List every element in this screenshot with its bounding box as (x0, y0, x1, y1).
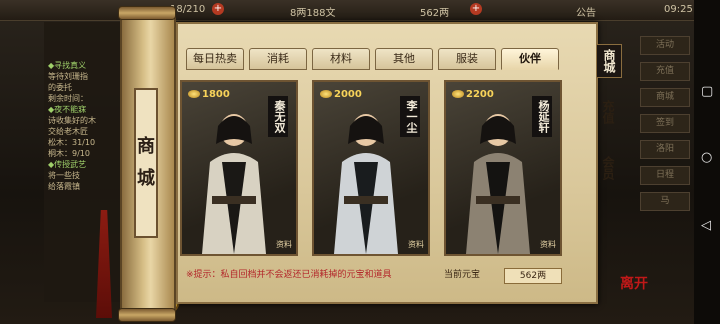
quest-list: ◆寻找真义 等待刘珊指 的委托 剩余时间： ◆夜不能寐 诗收集好的木 交给老木匠 松木：31/… (44, 22, 122, 192)
details-link[interactable]: 资料 (540, 239, 556, 250)
add-ingot-button[interactable]: + (470, 3, 482, 15)
add-stamina-button[interactable]: + (212, 3, 224, 15)
tab-3[interactable]: 材料 (312, 48, 370, 70)
right-menu-item[interactable]: 洛阳 (640, 140, 690, 159)
clock: 09:25 (664, 4, 693, 15)
quest-line[interactable]: ◆传授武艺 (48, 159, 120, 170)
copper-value: 8两188文 (290, 8, 336, 19)
tab-5[interactable]: 服装 (438, 48, 496, 70)
price-label: 2200 (452, 88, 494, 102)
partner-card[interactable]: 1800 秦无双资料 (180, 80, 298, 256)
right-menu-item[interactable]: 商城 (640, 88, 690, 107)
status-bar: 18/210 + 8两188文 562两 + 公告 09:25 (0, 0, 720, 21)
quest-line[interactable]: ◆夜不能寐 (48, 104, 120, 115)
circle-icon[interactable]: ○ (701, 150, 712, 165)
tab-4[interactable]: 其他 (375, 48, 433, 70)
close-button[interactable]: 离开 (620, 270, 648, 298)
quest-line[interactable]: 交给老木匠 (48, 126, 120, 137)
quest-line[interactable]: 给落霞镇 (48, 181, 120, 192)
right-menu: 活动充值商城签到洛阳日程马 (640, 36, 692, 256)
right-menu-item[interactable]: 活动 (640, 36, 690, 55)
shop-footer: ※提示：私自回档并不会返还已消耗掉的元宝和道具 当前元宝 562两 (186, 266, 586, 284)
ingot-icon (320, 90, 332, 98)
price-value: 1800 (202, 89, 230, 100)
shop-title: 商城 (134, 88, 158, 238)
notice-button[interactable]: 公告 (576, 4, 596, 19)
partner-cards: 1800 秦无双资料 2000 李一尘资料 2200 杨延轩资料 (180, 74, 580, 258)
quest-line[interactable]: ◆寻找真义 (48, 60, 120, 71)
price-label: 1800 (188, 88, 230, 102)
quest-line[interactable]: 将一些技 (48, 170, 120, 181)
quest-panel: ◆寻找真义 等待刘珊指 的委托 剩余时间： ◆夜不能寐 诗收集好的木 交给老木匠 松木：31/… (44, 22, 123, 302)
roller-cap-top (118, 6, 176, 20)
currency-label: 当前元宝 (444, 270, 481, 280)
price-label: 2000 (320, 88, 362, 102)
triangle-icon[interactable]: ◁ (701, 218, 711, 233)
tip-text: ※提示：私自回档并不会返还已消耗掉的元宝和道具 (186, 270, 392, 280)
android-nav-bar: ▢ ○ ◁ (694, 0, 720, 324)
tab-1[interactable]: 每日热卖 (186, 48, 244, 70)
details-link[interactable]: 资料 (408, 239, 424, 250)
character-portrait (202, 114, 266, 254)
ingot-icon (188, 90, 200, 98)
right-menu-item[interactable]: 签到 (640, 114, 690, 133)
quest-line[interactable]: 诗收集好的木 (48, 115, 120, 126)
character-portrait (334, 114, 398, 254)
currency-value: 562两 (504, 268, 562, 284)
price-value: 2000 (334, 89, 362, 100)
right-menu-item[interactable]: 马 (640, 192, 690, 211)
right-menu-item[interactable]: 充值 (640, 62, 690, 81)
side-tab-1[interactable]: 商城 (596, 44, 622, 78)
side-tab-3[interactable]: 会员 (596, 156, 620, 180)
quest-line[interactable]: 桐木：9/10 (48, 148, 120, 159)
price-value: 2200 (466, 89, 494, 100)
quest-line[interactable]: 的委托 (48, 82, 120, 93)
partner-name: 杨延轩 (532, 96, 552, 137)
tab-6[interactable]: 伙伴 (501, 48, 559, 70)
category-tabs: 每日热卖 消耗 材料 其他 服装 伙伴 (186, 48, 559, 70)
quest-line[interactable]: 剩余时间： (48, 93, 120, 104)
partner-card[interactable]: 2200 杨延轩资料 (444, 80, 562, 256)
quest-line[interactable]: 松木：31/10 (48, 137, 120, 148)
partner-name: 秦无双 (268, 96, 288, 137)
details-link[interactable]: 资料 (276, 239, 292, 250)
ingot-icon (452, 90, 464, 98)
partner-card[interactable]: 2000 李一尘资料 (312, 80, 430, 256)
square-icon[interactable]: ▢ (701, 84, 713, 99)
tab-2[interactable]: 消耗 (249, 48, 307, 70)
partner-name: 李一尘 (400, 96, 420, 137)
roller-cap-bottom (118, 308, 176, 322)
character-portrait (466, 114, 530, 254)
quest-line[interactable]: 等待刘珊指 (48, 71, 120, 82)
shop-side-tabs: 商城 充值 会员 (596, 44, 622, 214)
ingot-value: 562两 (420, 8, 450, 19)
right-menu-item[interactable]: 日程 (640, 166, 690, 185)
side-tab-2[interactable]: 充值 (596, 100, 620, 124)
